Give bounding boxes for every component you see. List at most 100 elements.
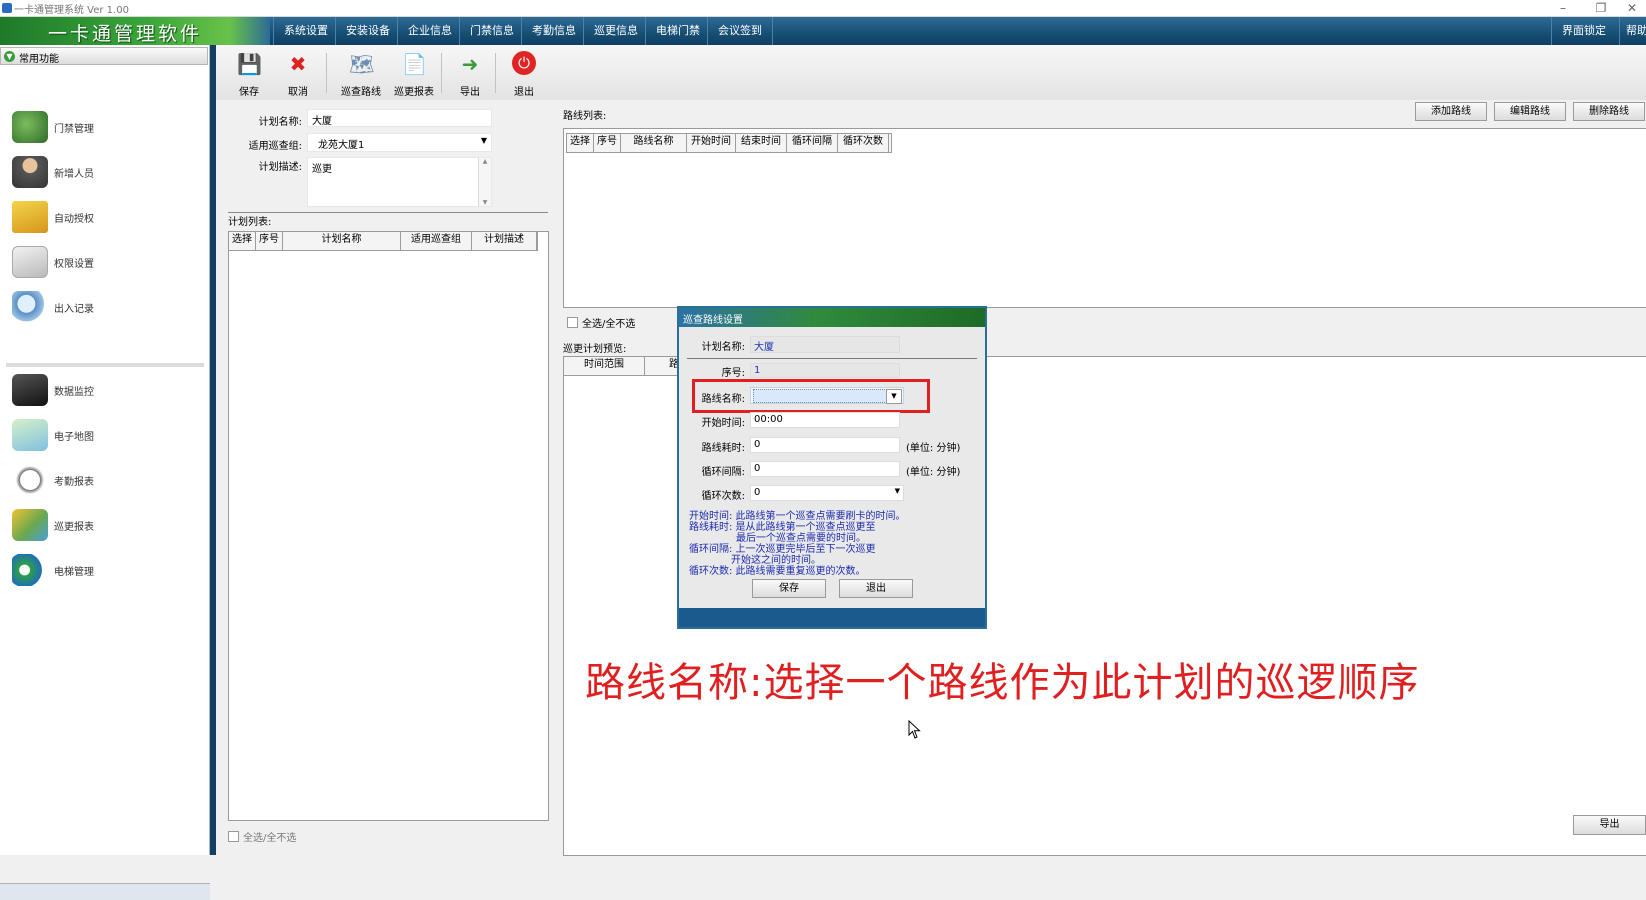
sidebar-item-label: 电梯管理: [54, 567, 94, 578]
clock-icon: [12, 464, 48, 496]
menu-meeting-checkin[interactable]: 会议签到: [707, 17, 773, 45]
gate-icon: [12, 111, 48, 143]
dialog-interval-label: 循环间隔:: [701, 467, 745, 478]
menu-lock-screen[interactable]: 界面锁定: [1551, 17, 1616, 45]
mouse-cursor-icon: [908, 720, 921, 739]
start-time-input[interactable]: 00:00: [750, 412, 900, 428]
route-list-header: 选择 序号 路线名称 开始时间 结束时间 循环间隔 循环次数: [566, 133, 892, 153]
col-plan-name[interactable]: 计划名称: [283, 232, 401, 250]
loop-interval-input[interactable]: 0: [750, 461, 900, 477]
sidebar-item-label: 数据监控: [54, 387, 94, 398]
col-count[interactable]: 循环次数: [838, 134, 889, 152]
plan-desc-textarea[interactable]: 巡更 ▲ ▼: [307, 157, 492, 207]
col-interval[interactable]: 循环间隔: [787, 134, 838, 152]
save-button[interactable]: 💾 保存: [224, 49, 274, 98]
cancel-button[interactable]: ✖ 取消: [273, 49, 323, 98]
title-bar: 一卡通管理系统 Ver 1.00 – ❐ ✕: [0, 0, 1646, 17]
dialog-title-bar[interactable]: 巡查路线设置: [679, 308, 985, 327]
col-plan-desc[interactable]: 计划描述: [472, 232, 537, 250]
plan-select-all-label: 全选/全不选: [243, 833, 297, 844]
route-name-select[interactable]: ▼: [750, 387, 904, 404]
sidebar-item-electronic-map[interactable]: 电子地图: [8, 415, 203, 455]
sidebar-item-new-person[interactable]: 新增人员: [8, 152, 203, 192]
toolbar: 💾 保存 ✖ 取消 🗺 巡查路线 📄 巡更报表 ➜ 导出 ⏻ 退出: [216, 45, 1646, 100]
patrol-route-button[interactable]: 🗺 巡查路线: [331, 49, 391, 98]
col-end-time[interactable]: 结束时间: [736, 134, 787, 152]
col-seq[interactable]: 序号: [594, 134, 621, 152]
dialog-start-time-label: 开始时间:: [701, 418, 745, 429]
menu-elevator-access[interactable]: 电梯门禁: [645, 17, 710, 45]
sidebar-item-patrol-report[interactable]: 巡更报表: [8, 505, 203, 545]
interval-unit: (单位: 分钟): [906, 467, 961, 478]
col-seq[interactable]: 序号: [256, 232, 283, 250]
note-line: 循环次数: 此路线需要重复巡更的次数。: [689, 566, 866, 577]
export-button[interactable]: ➜ 导出: [445, 49, 495, 98]
col-time-range[interactable]: 时间范围: [564, 357, 645, 375]
sidebar-item-attendance-report[interactable]: 考勤报表: [8, 460, 203, 500]
sidebar-item-label: 巡更报表: [54, 522, 94, 533]
sidebar-item-permission-settings[interactable]: 权限设置: [8, 242, 203, 282]
menu-help[interactable]: 帮助: [1619, 17, 1646, 45]
menu-access-info[interactable]: 门禁信息: [459, 17, 524, 45]
add-route-button[interactable]: 添加路线: [1415, 102, 1487, 121]
sidebar-item-auto-authorize[interactable]: 自动授权: [8, 197, 203, 237]
scrollbar[interactable]: ▲ ▼: [478, 158, 491, 206]
route-settings-dialog: 巡查路线设置 计划名称: 大厦 序号: 1 路线名称: ▼ 开始时间: 00:0…: [677, 306, 987, 629]
sidebar-header[interactable]: ▼ 常用功能: [0, 47, 208, 65]
sidebar-divider: [6, 363, 204, 367]
report-icon: [12, 509, 48, 541]
menu-patrol-info[interactable]: 巡更信息: [583, 17, 648, 45]
sidebar-item-label: 权限设置: [54, 259, 94, 270]
preview-export-button[interactable]: 导出: [1573, 815, 1646, 835]
menu-system-settings[interactable]: 系统设置: [273, 17, 338, 45]
col-select[interactable]: 选择: [567, 134, 594, 152]
toolbar-separator: [495, 53, 496, 93]
save-icon: 💾: [237, 52, 262, 76]
report-icon: 📄: [402, 52, 427, 76]
chevron-down-icon: ▼: [480, 136, 487, 145]
close-button[interactable]: ✕: [1618, 0, 1646, 17]
sidebar-status-strip: [0, 883, 210, 900]
route-list-grid[interactable]: 选择 序号 路线名称 开始时间 结束时间 循环间隔 循环次数: [563, 128, 1646, 308]
sidebar-item-data-monitor[interactable]: 数据监控: [8, 370, 203, 410]
dialog-count-label: 循环次数:: [701, 491, 745, 502]
plan-list-grid[interactable]: 选择 序号 计划名称 适用巡查组 计划描述: [228, 231, 549, 821]
chevron-down-icon[interactable]: ▼: [886, 389, 902, 404]
route-icon: 🗺: [349, 52, 375, 76]
delete-route-button[interactable]: 删除路线: [1573, 102, 1645, 121]
cancel-icon: ✖: [289, 52, 307, 76]
scroll-down-icon: ▼: [482, 199, 488, 206]
col-route-name[interactable]: 路线名称: [621, 134, 687, 152]
minimize-button[interactable]: –: [1545, 0, 1581, 17]
plan-select-all-checkbox[interactable]: [228, 831, 239, 842]
menu-attendance-info[interactable]: 考勤信息: [521, 17, 586, 45]
sidebar-item-access-control[interactable]: 门禁管理: [8, 107, 203, 147]
dialog-plan-name-field: 大厦: [750, 336, 900, 353]
col-patrol-group[interactable]: 适用巡查组: [401, 232, 472, 250]
menu-install-device[interactable]: 安装设备: [335, 17, 400, 45]
plan-name-input[interactable]: 大厦: [307, 109, 492, 127]
restore-button[interactable]: ❐: [1583, 0, 1619, 17]
dialog-title: 巡查路线设置: [683, 315, 743, 326]
sidebar-item-access-records[interactable]: 出入记录: [8, 287, 203, 327]
dialog-exit-button[interactable]: 退出: [839, 579, 913, 598]
plan-list-header: 选择 序号 计划名称 适用巡查组 计划描述: [229, 232, 538, 251]
divider: [228, 212, 548, 213]
col-select[interactable]: 选择: [229, 232, 256, 250]
sidebar-item-elevator-management[interactable]: 电梯管理: [8, 550, 203, 590]
magnifier-icon: [12, 291, 48, 323]
power-icon: ⏻: [512, 51, 536, 75]
sidebar-item-label: 自动授权: [54, 214, 94, 225]
route-select-all-checkbox[interactable]: [567, 317, 578, 328]
col-start-time[interactable]: 开始时间: [687, 134, 736, 152]
route-duration-input[interactable]: 0: [750, 437, 900, 453]
person-icon: [12, 156, 48, 188]
route-list-title: 路线列表:: [563, 111, 607, 122]
menu-company-info[interactable]: 企业信息: [397, 17, 462, 45]
exit-button[interactable]: ⏻ 退出: [499, 49, 549, 98]
edit-route-button[interactable]: 编辑路线: [1494, 102, 1566, 121]
patrol-group-select[interactable]: 龙苑大厦1 ▼: [307, 133, 492, 152]
loop-count-select[interactable]: 0 ▼: [750, 485, 904, 501]
dialog-save-button[interactable]: 保存: [752, 579, 826, 598]
patrol-report-button[interactable]: 📄 巡更报表: [384, 49, 444, 98]
